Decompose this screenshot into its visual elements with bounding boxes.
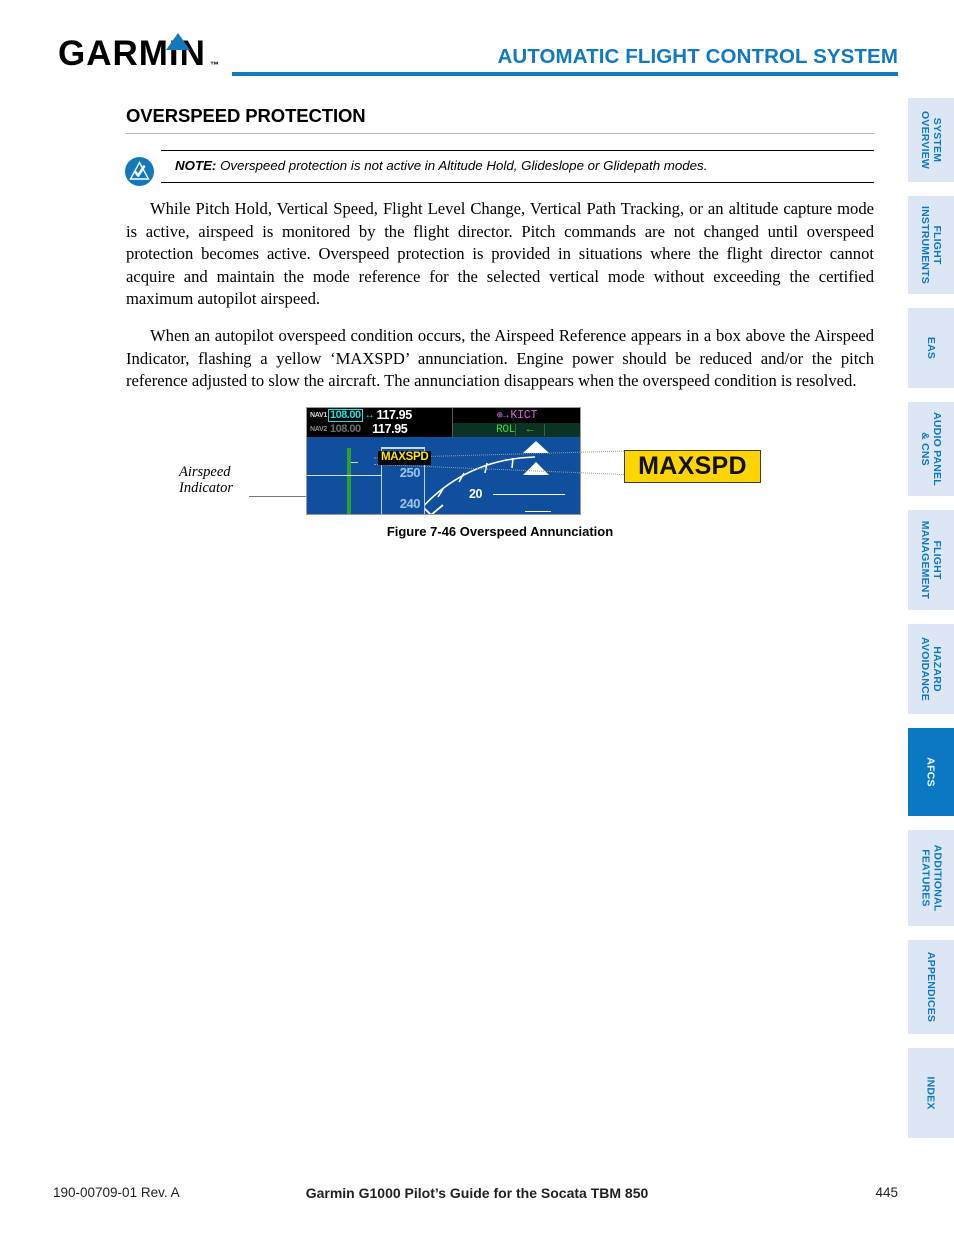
sidebar-tab-label: FLIGHT INSTRUMENTS	[919, 205, 944, 285]
pitch-line-lower	[525, 510, 551, 513]
nav1-active-frequency: 117.95	[376, 408, 413, 423]
note-callout: NOTE: Overspeed protection is not active…	[125, 150, 874, 186]
waypoint-icon: ⊕→	[496, 410, 509, 422]
sidebar-tab-label: EAS	[924, 336, 937, 360]
roll-scale-arc	[425, 455, 536, 514]
airspeed-green-band	[347, 447, 351, 514]
nav2-active-frequency: 117.95	[372, 422, 408, 437]
pitch-line-upper	[493, 493, 565, 496]
paragraph-1: While Pitch Hold, Vertical Speed, Flight…	[126, 199, 874, 309]
waypoint-row: ⊕→ KICT	[453, 408, 580, 422]
afcs-mode-bar: ROL ←	[453, 422, 580, 437]
page-header: GARMIN ™ AUTOMATIC FLIGHT CONTROL SYSTEM	[0, 0, 954, 92]
pfd-image: NAV1 108.00 ↔ 117.95 NAV2 108.00 117.95	[306, 406, 581, 515]
garmin-logo-text: GARMIN	[58, 34, 206, 73]
magnified-maxspd-callout: MAXSPD	[624, 449, 761, 483]
nav-frequency-block: NAV1 108.00 ↔ 117.95 NAV2 108.00 117.95	[307, 407, 453, 437]
note-triangle-check-icon	[125, 157, 154, 186]
sidebar-tab-flight-management[interactable]: FLIGHT MANAGEMENT	[908, 510, 954, 610]
figure-caption: Figure 7-46 Overspeed Annunciation	[386, 523, 614, 539]
waypoint-identifier: KICT	[510, 408, 538, 422]
figure-7-46: Airspeed Indicator NAV1 108.00 ↔ 117.95 …	[126, 406, 874, 557]
sidebar-tab-label: APPENDICES	[925, 951, 938, 1023]
sidebar-tab-eas[interactable]: EAS	[908, 308, 954, 388]
nav2-row: NAV2 108.00 117.95	[310, 422, 408, 437]
pitch-scale-20: 20	[469, 486, 482, 501]
asi-label-line2: Indicator	[179, 480, 233, 497]
header-divider	[232, 72, 898, 76]
sidebar-tab-label: HAZARD AVOIDANCE	[919, 636, 943, 702]
note-text: NOTE: Overspeed protection is not active…	[175, 158, 874, 174]
sidebar-tab-label: SYSTEM OVERVIEW	[919, 110, 944, 170]
sidebar-tab-system-overview[interactable]: SYSTEM OVERVIEW	[908, 98, 954, 182]
nav1-transfer-arrow-icon: ↔	[364, 409, 375, 421]
pfd-nav-bar: NAV1 108.00 ↔ 117.95 NAV2 108.00 117.95	[307, 407, 580, 437]
attitude-indicator: 20	[425, 437, 580, 514]
nav2-transfer-arrow-icon	[365, 424, 371, 435]
nav1-standby-frequency: 108.00	[327, 408, 363, 422]
nav2-label: NAV2	[310, 425, 327, 433]
content-column: OVERSPEED PROTECTION NOTE: Overspeed pro…	[125, 105, 874, 557]
asi-leader-line	[249, 495, 307, 497]
sidebar-tab-additional-features[interactable]: ADDITIONAL FEATURES	[908, 830, 954, 926]
sidebar-tab-label: AFCS	[924, 757, 937, 787]
sidebar-tab-flight-instruments[interactable]: FLIGHT INSTRUMENTS	[908, 196, 954, 294]
nav1-row: NAV1 108.00 ↔ 117.95	[310, 408, 413, 423]
page-number: 445	[875, 1185, 898, 1200]
trademark-mark: ™	[210, 60, 219, 70]
aircraft-symbol-bottom	[523, 461, 549, 475]
note-label: NOTE:	[175, 158, 217, 173]
paragraph-2: When an autopilot overspeed condition oc…	[126, 325, 874, 391]
airspeed-value-upper: 250	[399, 464, 421, 480]
sidebar-tab-index[interactable]: INDEX	[908, 1048, 954, 1138]
roll-mode-annunciation: ROL	[496, 423, 515, 436]
section-divider	[126, 133, 874, 134]
chapter-tab-sidebar: SYSTEM OVERVIEW FLIGHT INSTRUMENTS EAS AUDI…	[908, 0, 954, 1235]
sidebar-tab-label: FLIGHT MANAGEMENT	[919, 520, 944, 600]
sidebar-tab-label: INDEX	[925, 1076, 937, 1110]
sidebar-tab-label: ADDITIONAL FEATURES	[919, 844, 943, 912]
document-title: Garmin G1000 Pilot’s Guide for the Socat…	[305, 1185, 649, 1201]
asi-label-line1: Airspeed	[179, 463, 231, 480]
nav2-standby-frequency: 108.00	[329, 422, 361, 435]
airspeed-indicator-label: Airspeed Indicator	[179, 464, 233, 497]
airspeed-value-lower: 240	[399, 495, 421, 511]
maxspd-annunciation: MAXSPD	[378, 450, 432, 465]
sidebar-tab-appendices[interactable]: APPENDICES	[908, 940, 954, 1034]
nav1-label: NAV1	[310, 411, 327, 419]
sidebar-tab-label: AUDIO PANEL & CNS	[919, 412, 944, 486]
aircraft-symbol-top	[523, 440, 549, 453]
airspeed-pointer-line	[307, 474, 382, 477]
sidebar-tab-afcs[interactable]: AFCS	[908, 728, 954, 816]
nav-waypoint-block: ⊕→ KICT ROL ←	[453, 408, 580, 437]
section-heading: OVERSPEED PROTECTION	[126, 105, 366, 126]
aircraft-symbol-icon	[523, 440, 549, 479]
airspeed-tick	[351, 461, 358, 464]
mode-arrow-icon: ←	[515, 423, 545, 436]
page-title: AUTOMATIC FLIGHT CONTROL SYSTEM	[497, 45, 898, 68]
sidebar-tab-hazard-avoidance[interactable]: HAZARD AVOIDANCE	[908, 624, 954, 714]
magnified-maxspd-text: MAXSPD	[638, 451, 747, 480]
garmin-triangle-icon	[166, 33, 190, 50]
sidebar-tab-audio-panel-cns[interactable]: AUDIO PANEL & CNS	[908, 402, 954, 496]
note-body: Overspeed protection is not active in Al…	[216, 158, 708, 173]
garmin-logo: GARMIN ™	[58, 33, 228, 75]
page-footer: 190-00709-01 Rev. A Garmin G1000 Pilot’s…	[0, 1185, 954, 1205]
